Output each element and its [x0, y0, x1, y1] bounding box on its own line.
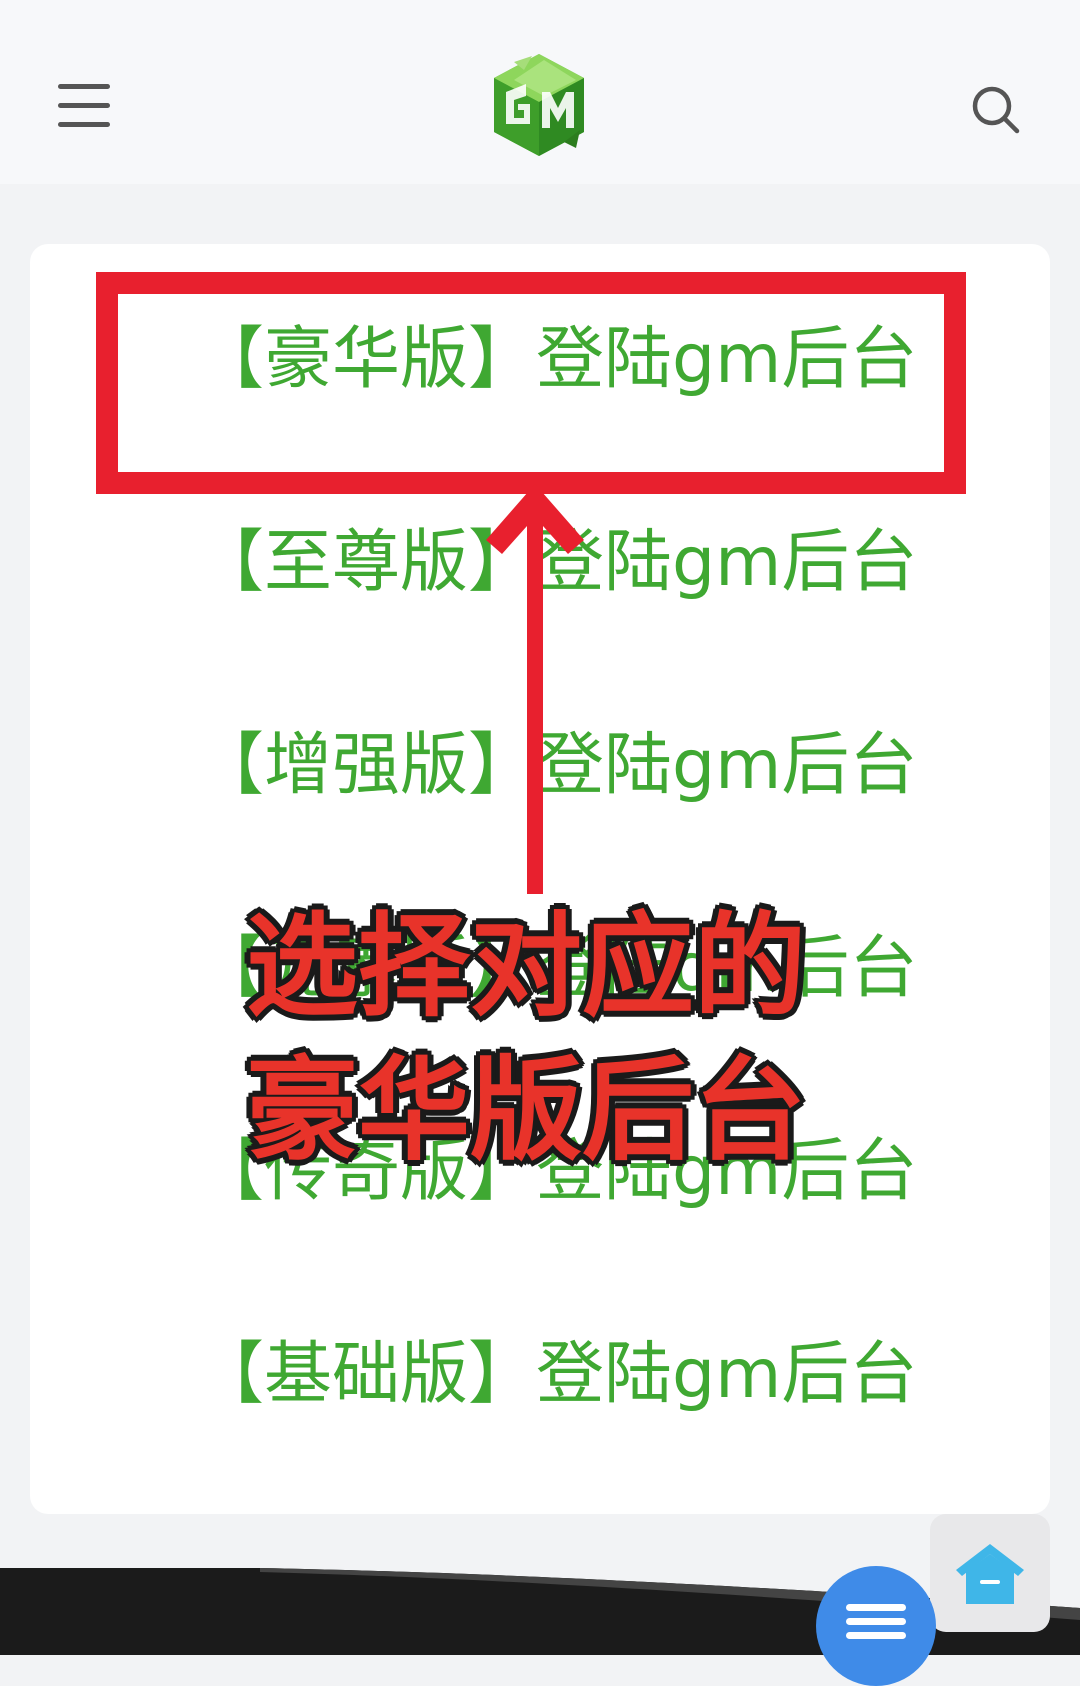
- search-icon: [972, 86, 1020, 134]
- link-basic-edition[interactable]: 【基础版】登陆gm后台: [196, 1330, 917, 1420]
- site-logo[interactable]: [484, 52, 594, 160]
- list-menu-icon: [846, 1604, 906, 1639]
- link-legend-edition[interactable]: 【传奇版】登陆gm后台: [196, 1127, 917, 1217]
- link-enhanced-edition[interactable]: 【增强版】登陆gm后台: [196, 721, 917, 811]
- link-element-edition[interactable]: 【元素版】登陆gm后台: [196, 924, 917, 1014]
- floating-menu-button[interactable]: [816, 1566, 936, 1686]
- gm-logo-icon: [494, 54, 584, 156]
- link-deluxe-edition[interactable]: 【豪华版】登陆gm后台: [196, 315, 917, 405]
- search-button[interactable]: [970, 84, 1022, 136]
- menu-button[interactable]: [56, 80, 116, 132]
- home-button[interactable]: [930, 1514, 1050, 1632]
- home-icon: [956, 1544, 1024, 1604]
- link-supreme-edition[interactable]: 【至尊版】登陆gm后台: [196, 518, 917, 608]
- content-card: [30, 244, 1050, 1514]
- top-header: [0, 0, 1080, 184]
- hamburger-menu-icon: [58, 84, 110, 127]
